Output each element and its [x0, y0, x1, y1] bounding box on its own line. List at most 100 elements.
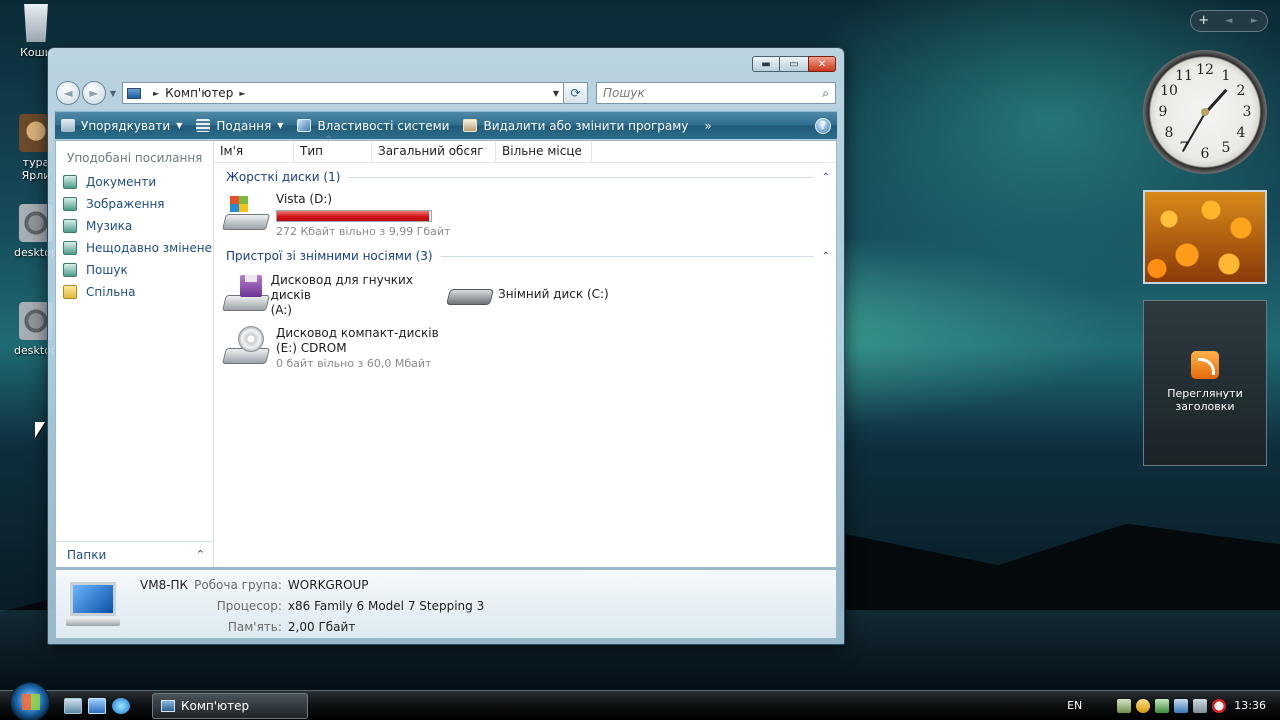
- slideshow-gadget[interactable]: [1143, 190, 1267, 284]
- organize-icon: [61, 119, 75, 132]
- breadcrumb-computer[interactable]: Комп'ютер: [165, 86, 233, 100]
- clock-number: 2: [1236, 83, 1246, 99]
- drive-name-line2: (E:) CDROM: [276, 341, 347, 355]
- processor-label: Процесор:: [216, 599, 282, 613]
- column-header-total-size[interactable]: Загальний обсяг: [372, 141, 496, 162]
- network-tray-icon[interactable]: [1117, 698, 1132, 713]
- address-history-dropdown[interactable]: ▼: [553, 89, 559, 98]
- favorite-link-searches[interactable]: Пошук: [56, 259, 213, 281]
- maximize-button[interactable]: ▭: [780, 56, 808, 72]
- memory-value: 2,00 Гбайт: [287, 620, 356, 634]
- organize-button[interactable]: Упорядкувати ▼: [61, 119, 182, 133]
- chevron-down-icon: ▼: [176, 121, 183, 130]
- minimize-button[interactable]: ▬: [752, 56, 780, 72]
- add-gadget-button[interactable]: +: [1191, 11, 1216, 31]
- quick-launch: [64, 697, 130, 714]
- drive-removable-c[interactable]: Знімний диск (C:): [444, 269, 609, 315]
- breadcrumb-arrow-icon[interactable]: ►: [239, 89, 245, 98]
- forward-button[interactable]: ►: [82, 81, 106, 105]
- folders-label: Папки: [67, 547, 107, 562]
- favorite-link-recently-changed[interactable]: Нещодавно змінене: [56, 237, 213, 259]
- close-button[interactable]: ✕: [808, 56, 836, 72]
- system-properties-button[interactable]: Властивості системи: [297, 119, 449, 133]
- collapse-group-icon[interactable]: ⌃: [822, 251, 830, 262]
- column-headers: Ім'я Тип Загальний обсяг Вільне місце: [214, 135, 836, 163]
- favorite-link-pictures[interactable]: Зображення: [56, 193, 213, 215]
- favorite-link-label: Нещодавно змінене: [86, 241, 212, 255]
- volume-muted-icon[interactable]: [1212, 698, 1227, 713]
- window-titlebar[interactable]: ▬ ▭ ✕: [48, 48, 844, 76]
- help-icon[interactable]: ?: [815, 117, 831, 134]
- window-controls: ▬ ▭ ✕: [752, 56, 836, 72]
- navigation-bar: ◄ ► ▼ ► Комп'ютер ► ▼ ⟳ ⌕: [56, 78, 836, 108]
- more-commands-button[interactable]: »: [704, 119, 711, 133]
- tray-app-icon[interactable]: [1174, 698, 1189, 713]
- favorite-link-public[interactable]: Спільна: [56, 281, 213, 303]
- taskbar-button-computer[interactable]: Комп'ютер: [152, 692, 308, 719]
- taskbar-clock[interactable]: 13:36: [1234, 699, 1266, 712]
- computer-icon: [161, 699, 175, 712]
- group-label: Жорсткі диски (1): [226, 170, 341, 184]
- next-gadget-page-button[interactable]: ►: [1242, 11, 1267, 31]
- tray-app-icon[interactable]: [1155, 698, 1170, 713]
- favorite-link-documents[interactable]: Документи: [56, 171, 213, 193]
- start-button[interactable]: [10, 681, 50, 720]
- uninstall-program-button[interactable]: Видалити або змінити програму: [463, 119, 688, 133]
- recent-pages-dropdown[interactable]: ▼: [108, 89, 118, 98]
- network-connection-icon[interactable]: [1193, 698, 1208, 713]
- collapse-group-icon[interactable]: ⌃: [822, 172, 830, 183]
- views-button[interactable]: Подання ▼: [196, 119, 283, 133]
- removable-row-1: Дисковод для гнучких дисків (A:) Знімний…: [214, 269, 836, 318]
- breadcrumb-arrow-icon[interactable]: ►: [153, 89, 159, 98]
- command-toolbar: Упорядкувати ▼ Подання ▼ Властивості сис…: [55, 111, 837, 139]
- views-icon: [196, 119, 211, 132]
- taskbar: Комп'ютер EN 13:36: [0, 681, 1280, 720]
- favorite-link-music[interactable]: Музика: [56, 215, 213, 237]
- pictures-icon: [63, 197, 77, 211]
- switch-windows-icon[interactable]: [88, 697, 106, 714]
- search-input[interactable]: [603, 86, 823, 100]
- group-header-removable[interactable]: Пристрої зі знімними носіями (3) ⌃: [214, 245, 836, 267]
- group-header-hard-disks[interactable]: Жорсткі диски (1) ⌃: [214, 166, 836, 188]
- computer-icon: [64, 580, 124, 630]
- folders-toggle[interactable]: Папки ⌃: [56, 541, 213, 567]
- group-label: Пристрої зі знімними носіями (3): [226, 249, 433, 263]
- favorite-link-label: Пошук: [86, 263, 128, 277]
- drive-name: Знімний диск (C:): [498, 287, 609, 301]
- memory-label: Пам'ять:: [227, 620, 282, 634]
- language-indicator[interactable]: EN: [1067, 699, 1082, 712]
- address-bar[interactable]: ► Комп'ютер ► ▼: [122, 82, 564, 104]
- search-icon[interactable]: ⌕: [822, 86, 829, 101]
- security-shield-icon[interactable]: [1136, 698, 1151, 713]
- folder-icon: [63, 285, 77, 299]
- cd-drive-icon: [222, 326, 270, 368]
- drive-floppy-a[interactable]: Дисковод для гнучких дисків (A:): [222, 269, 436, 318]
- internet-explorer-icon[interactable]: [112, 697, 130, 714]
- show-desktop-icon[interactable]: [64, 697, 82, 714]
- column-header-free-space[interactable]: Вільне місце: [496, 141, 592, 162]
- chevron-down-icon: ▼: [277, 121, 284, 130]
- explorer-content: Уподобані посилання Документи Зображення…: [55, 135, 837, 568]
- column-header-name[interactable]: Ім'я: [214, 141, 294, 162]
- drive-vista-d[interactable]: Vista (D:) 272 Кбайт вільно з 9,99 Гбайт: [222, 188, 450, 239]
- feed-headlines-label[interactable]: Переглянути заголовки: [1144, 387, 1266, 413]
- back-button[interactable]: ◄: [56, 81, 80, 105]
- details-pane: VM8-ПК Робоча група: WORKGROUP Процесор:…: [55, 569, 837, 639]
- drive-free-space: 0 байт вільно з 60,0 Мбайт: [276, 357, 432, 370]
- drive-usage-bar: [276, 210, 432, 222]
- column-header-type[interactable]: Тип: [294, 135, 372, 162]
- sidebar-gadget-toolbar: + ◄ ►: [1190, 10, 1268, 32]
- drive-name-line2: (A:): [270, 303, 292, 317]
- drive-free-space: 272 Кбайт вільно з 9,99 Гбайт: [276, 225, 451, 238]
- clock-gadget[interactable]: 12 1 2 3 4 5 6 7 8 9 10 11: [1143, 50, 1267, 174]
- previous-gadget-page-button[interactable]: ◄: [1216, 11, 1241, 31]
- search-box[interactable]: ⌕: [596, 82, 836, 104]
- workgroup-label: Робоча група:: [194, 578, 282, 592]
- searches-icon: [63, 263, 77, 277]
- refresh-button[interactable]: ⟳: [564, 82, 588, 104]
- favorite-links-title: Уподобані посилання: [67, 151, 203, 165]
- system-properties-icon: [297, 119, 312, 132]
- drive-cdrom-e[interactable]: Дисковод компакт-дисків (E:) CDROM 0 бай…: [222, 322, 439, 371]
- feed-headlines-gadget[interactable]: Переглянути заголовки: [1143, 300, 1267, 466]
- removable-disk-icon: [444, 273, 494, 315]
